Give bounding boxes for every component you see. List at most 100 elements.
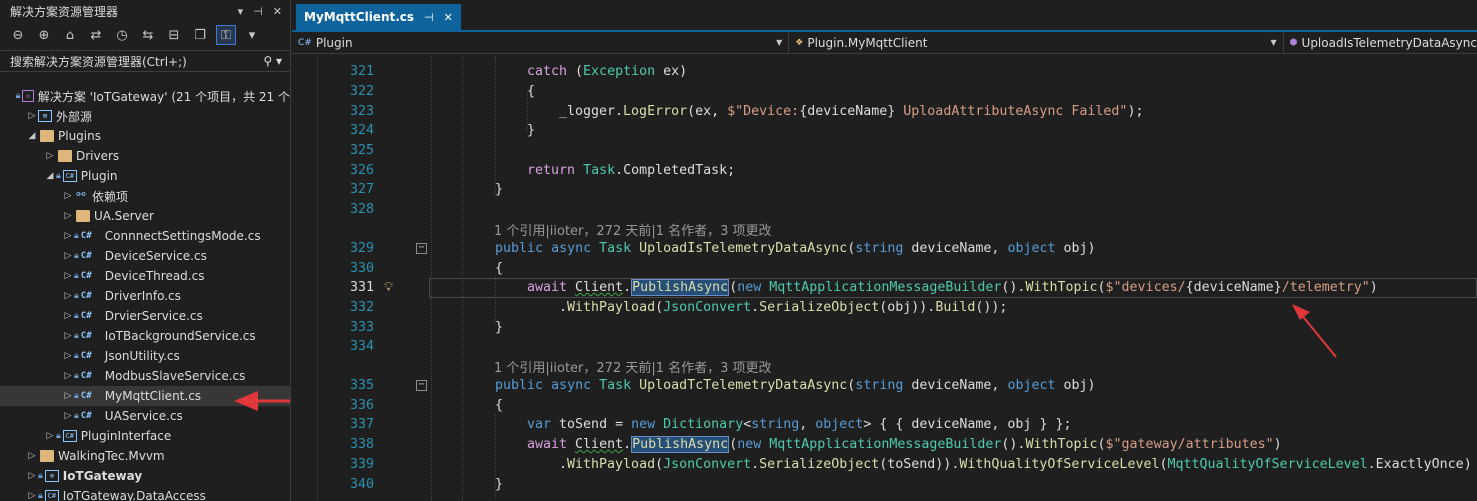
tree-item[interactable]: ▷ 🔒︎ ⊕ IoTGateway [0,466,290,486]
back-icon[interactable]: ⊖ [8,25,28,45]
code-line[interactable]: 336 { [292,395,1477,415]
code-text: await Client.PublishAsync(new MqttApplic… [527,279,1378,297]
expand-arrow-icon[interactable]: ▷ [62,331,74,341]
expand-arrow-icon[interactable]: ▷ [62,251,74,261]
code-line[interactable]: 327} [292,180,1477,200]
project-dropdown-value: Plugin [315,35,353,50]
search-input[interactable]: 搜索解决方案资源管理器(Ctrl+;) [10,53,187,70]
tree-item[interactable]: ▷ ⚯ 依赖项 [0,186,290,206]
folder-icon [58,150,72,162]
pending-changes-filter-icon[interactable]: ◷ [112,25,132,45]
tree-item-label: Plugins [58,129,101,143]
preview-selected-items-icon[interactable]: ⚿ [216,25,236,45]
show-all-files-icon[interactable]: ❐ [190,25,210,45]
tree-item[interactable]: ▷ 🔒︎ C# IoTGateway.DataAccess [0,486,290,501]
expand-arrow-icon[interactable]: ▷ [26,471,38,481]
close-icon[interactable]: ✕ [273,5,282,18]
expand-arrow-icon[interactable]: ▷ [62,211,74,221]
codelens[interactable]: 1 个引用|iioter，272 天前|1 名作者，3 项更改 [292,219,1477,239]
tree-item[interactable]: ▷ 🔒︎ C# DeviceThread.cs [0,266,290,286]
code-line[interactable]: 338 await Client.PublishAsync(new MqttApp… [292,435,1477,455]
class-dropdown[interactable]: ❖ Plugin.MyMqttClient ▼ [789,31,1284,54]
tree-item[interactable]: ▷ UA.Server [0,206,290,226]
codelens-text[interactable]: 1 个引用|iioter，272 天前|1 名作者，3 项更改 [494,220,772,239]
tab-close-icon[interactable]: ✕ [444,11,453,24]
solution-explorer-search[interactable]: 搜索解决方案资源管理器(Ctrl+;) ⚲ ▾ [0,50,290,72]
collapse-all-icon[interactable]: ⊟ [164,25,184,45]
code-line[interactable]: 329 − public async Task UploadIsTelemetryD… [292,238,1477,258]
code-line[interactable]: 321 catch (Exception ex) [292,62,1477,82]
tab-pin-icon[interactable]: ⊣ [424,11,434,24]
expand-arrow-icon[interactable]: ▷ [26,491,38,501]
code-line[interactable]: 337 var toSend = new Dictionary<string, o… [292,415,1477,435]
window-position-dropdown-icon[interactable]: ▾ [238,5,244,18]
expand-arrow-icon[interactable]: ▷ [62,311,74,321]
tree-item[interactable]: ▷ WalkingTec.Mvvm [0,446,290,466]
project-dropdown[interactable]: C# Plugin ▼ [292,31,790,54]
codelens[interactable]: 1 个引用|iioter，272 天前|1 名作者，3 项更改 [292,357,1477,377]
expand-arrow-icon[interactable]: ▷ [62,411,74,421]
search-icon[interactable]: ⚲ ▾ [263,54,290,68]
expand-arrow-icon[interactable]: ▷ [62,391,74,401]
member-dropdown[interactable]: ⬢ UploadIsTelemetryDataAsync [1284,32,1477,54]
tree-item[interactable]: ▷ 🔒︎ C# IoTBackgroundService.cs [0,326,290,346]
expand-arrow-icon[interactable]: ▷ [44,431,56,441]
sync-with-document-icon[interactable]: ⇆ [138,25,158,45]
expand-arrow-icon[interactable]: ▷ [62,291,74,301]
code-line[interactable]: 333} [292,317,1477,337]
codelens-text[interactable]: 1 个引用|iioter，272 天前|1 名作者，3 项更改 [494,357,772,376]
expand-arrow-icon[interactable]: ▷ [62,191,74,201]
line-number: 323 [349,103,374,119]
code-line[interactable]: 322 { [292,81,1477,101]
tree-item[interactable]: ▷ Drivers [0,146,290,166]
expand-arrow-icon[interactable]: ◢ [44,171,56,181]
line-number: 336 [349,397,374,413]
code-line[interactable]: 323 _logger.LogError(ex, $"Device:{device… [292,101,1477,121]
tree-item[interactable]: ◢ Plugins [0,126,290,146]
expand-arrow-icon[interactable]: ▷ [62,271,74,281]
switch-views-icon[interactable]: ⇄ [86,25,106,45]
tree-item-label: DeviceThread.cs [104,269,205,283]
tree-item[interactable]: ▷ 🔒︎ C# DriverInfo.cs [0,286,290,306]
csharp-file-icon: C# [80,371,92,381]
code-line[interactable]: 328 [292,200,1477,220]
code-line[interactable]: 339 .WithPayload(JsonConvert.SerializeObj… [292,454,1477,474]
tab-mymqttclient[interactable]: MyMqttClient.cs ⊣ ✕ [296,4,461,30]
toolbar-overflow-icon[interactable]: ▾ [242,25,262,45]
code-line[interactable]: 335 − public async Task UploadTcTelemetryD… [292,376,1477,396]
tree-item[interactable]: ▷ 🔒︎ C# JsonUtility.cs [0,346,290,366]
code-line[interactable]: 324} [292,121,1477,141]
code-area[interactable]: 320 321 catch (Exception ex) 322 {323 _logger… [292,56,1477,501]
tree-item[interactable]: ▷ 🔒︎ C# PluginInterface [0,426,290,446]
pin-icon[interactable]: ⊣ [253,5,263,18]
home-icon[interactable]: ⌂ [60,25,80,45]
expand-arrow-icon[interactable]: ▷ [62,351,74,361]
tree-item[interactable]: ▷ 🔒︎ C# UAService.cs [0,406,290,426]
lightbulb-icon[interactable]: 💡︎ [384,280,398,296]
expand-arrow-icon[interactable]: ▷ [62,231,74,241]
expand-arrow-icon[interactable]: ▷ [26,111,38,121]
forward-icon[interactable]: ⊕ [34,25,54,45]
tree-item[interactable]: ▷ 🔒︎ C# MyMqttClient.cs [0,386,290,406]
expand-arrow-icon[interactable]: ▷ [44,151,56,161]
tree-item[interactable]: ▷ 🔒︎ C# DeviceService.cs [0,246,290,266]
collapse-icon[interactable]: − [416,380,427,391]
code-line[interactable]: 326 return Task.CompletedTask; [292,160,1477,180]
code-line[interactable]: 340} [292,474,1477,494]
tree-item[interactable]: ▷ 🔒︎ C# ModbusSlaveService.cs [0,366,290,386]
tree-item[interactable]: ▷ 🔒︎ C# DrvierService.cs [0,306,290,326]
expand-arrow-icon[interactable]: ▷ [62,371,74,381]
tree-item[interactable]: ▷ ⊞ 外部源 [0,106,290,126]
code-line[interactable]: 331 💡︎ await Client.PublishAsync(new MqttA… [292,277,1477,298]
code-line[interactable]: 330 { [292,258,1477,278]
code-line[interactable]: 332 .WithPayload(JsonConvert.SerializeObj… [292,297,1477,317]
expand-arrow-icon[interactable]: ▷ [26,451,38,461]
tree-item[interactable]: ◢ 🔒︎ C# Plugin [0,166,290,186]
tree-item[interactable]: ▷ 🔒︎ C# ConnnectSettingsMode.cs [0,226,290,246]
tree-item-label: JsonUtility.cs [104,349,180,363]
tree-item[interactable]: 🔒︎ ◇ 解决方案 'IoTGateway' (21 个项目，共 21 个 [0,86,290,106]
code-line[interactable]: 334 [292,337,1477,357]
expand-arrow-icon[interactable]: ◢ [26,131,38,141]
collapse-icon[interactable]: − [416,242,427,254]
code-line[interactable]: 325 [292,141,1477,161]
